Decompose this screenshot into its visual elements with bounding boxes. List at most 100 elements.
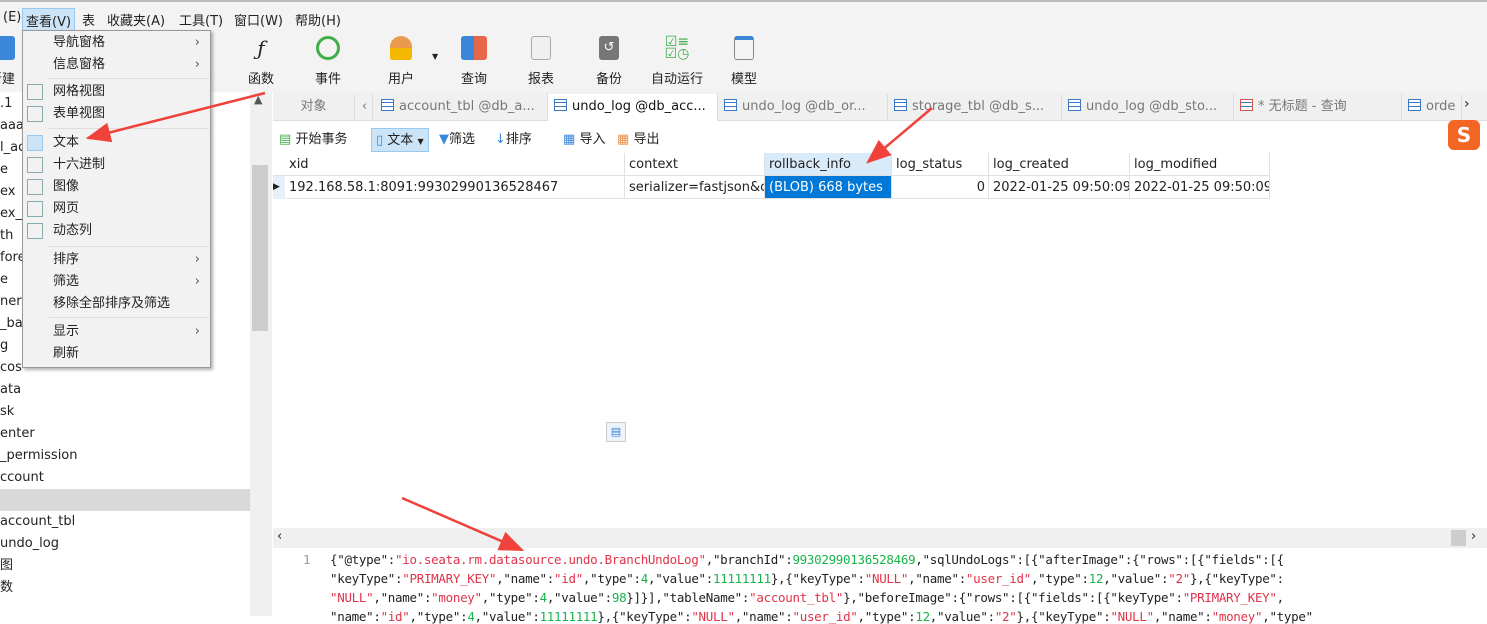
automation-button[interactable]: ☑≡ ☑◷ 自动运行 [647, 35, 707, 87]
json-token: "user_id" [965, 571, 1031, 586]
sogou-ime-icon[interactable]: S [1448, 120, 1480, 150]
table-icon [554, 99, 567, 111]
column-header-rollback_info[interactable]: rollback_info [765, 153, 892, 176]
report-button[interactable]: 报表 [511, 36, 571, 87]
column-header-log_created[interactable]: log_created [989, 153, 1130, 176]
tab-scroll-left-icon[interactable]: ‹ [357, 94, 373, 121]
view-menu-item[interactable]: 刷新 [23, 343, 210, 365]
scroll-left-icon[interactable]: ‹ [277, 529, 282, 544]
view-menu-item[interactable]: 表单视图 [23, 103, 210, 125]
menu-tools[interactable]: 工具(T) [176, 8, 226, 31]
sort-icon: ↓ [495, 132, 506, 147]
tab-objects[interactable]: 对象 [273, 94, 355, 121]
chevron-right-icon: › [194, 57, 200, 72]
menu-help[interactable]: 帮助(H) [292, 8, 344, 31]
scroll-up-icon[interactable]: ▲ [254, 93, 262, 106]
text-view-button[interactable]: ▯ 文本 ▼ [371, 128, 429, 152]
user-dropdown-icon[interactable]: ▼ [432, 52, 438, 61]
query-icon [1240, 99, 1253, 111]
function-button[interactable]: ƒ 函数 [231, 36, 291, 87]
view-menu-item[interactable]: 移除全部排序及筛选 [23, 293, 210, 315]
table-icon [381, 99, 394, 111]
view-menu-item[interactable]: 文本 [23, 132, 210, 154]
json-token: ,"type" [1262, 609, 1313, 624]
view-menu-item[interactable]: 图像 [23, 176, 210, 198]
sidebar-item[interactable]: 数 [0, 577, 250, 599]
view-menu-item[interactable]: 网页 [23, 198, 210, 220]
begin-transaction-button[interactable]: ▤ 开始事务 [279, 128, 347, 152]
json-token: "money" [1211, 609, 1263, 624]
sidebar-item[interactable]: sk [0, 401, 250, 423]
view-menu-item[interactable]: 十六进制 [23, 154, 210, 176]
json-token: ,"value": [474, 609, 540, 624]
backup-button[interactable]: ↺ 备份 [579, 36, 639, 87]
event-button[interactable]: 事件 [298, 36, 358, 87]
sidebar-item[interactable]: ata [0, 379, 250, 401]
menu-favorites[interactable]: 收藏夹(A) [104, 8, 168, 31]
sidebar-item[interactable]: ccount [0, 467, 250, 489]
menu-window[interactable]: 窗口(W) [231, 8, 286, 31]
cell-log_created[interactable]: 2022-01-25 09:50:09 [989, 176, 1130, 199]
cell-log_modified[interactable]: 2022-01-25 09:50:09 [1130, 176, 1270, 199]
column-header-log_status[interactable]: log_status [892, 153, 989, 176]
tab-1[interactable]: undo_log @db_acc... [548, 94, 718, 121]
view-menu-item[interactable]: 显示 › [23, 321, 210, 343]
filter-button[interactable]: ▼筛选 [439, 128, 475, 152]
scroll-thumb[interactable] [1451, 530, 1466, 546]
menu-table[interactable]: 表 [79, 8, 98, 31]
tab-6[interactable]: orde [1402, 94, 1462, 121]
view-menu-item[interactable]: 导航窗格 › [23, 32, 210, 54]
json-token: },{"keyType": [597, 609, 692, 624]
text-viewer[interactable]: 1 {"@type":"io.seata.rm.datasource.undo.… [273, 548, 1487, 624]
tab-4[interactable]: undo_log @db_sto... [1062, 94, 1234, 121]
user-label: 用户 [387, 72, 414, 87]
view-menu-item[interactable]: 网格视图 [23, 81, 210, 103]
view-menu-item[interactable]: 排序 › [23, 249, 210, 271]
row-indicator-icon[interactable]: ▶ [273, 176, 285, 199]
tab-3[interactable]: storage_tbl @db_s... [888, 94, 1062, 121]
sidebar-item[interactable]: enter [0, 423, 250, 445]
tab-5[interactable]: * 无标题 - 查询 [1234, 94, 1402, 121]
column-header-context[interactable]: context [625, 153, 765, 176]
text-line: {"@type":"io.seata.rm.datasource.undo.Br… [330, 552, 1284, 567]
query-button[interactable]: 查询 [444, 36, 504, 87]
user-button[interactable]: 用户 [371, 36, 431, 87]
json-token: "keyType": [330, 571, 403, 586]
sidebar-item[interactable]: undo_log [0, 533, 250, 555]
report-icon [531, 36, 551, 60]
sidebar-item[interactable]: 图 [0, 555, 250, 577]
sidebar-item[interactable] [0, 489, 250, 511]
cell-rollback_info[interactable]: (BLOB) 668 bytes [765, 176, 892, 199]
cell-xid[interactable]: 192.168.58.1:8091:99302990136528467 [285, 176, 625, 199]
json-token: 4 [539, 590, 548, 605]
json-token: 11111111 [713, 571, 771, 586]
dropdown-icon[interactable]: ▼ [417, 137, 423, 146]
view-menu-item[interactable]: 筛选 › [23, 271, 210, 293]
column-header-xid[interactable]: xid [285, 153, 625, 176]
export-button[interactable]: ▦ 导出 [617, 128, 659, 152]
json-token: ,"type": [857, 609, 916, 624]
form-view-icon [27, 106, 43, 122]
cell-log_status[interactable]: 0 [892, 176, 989, 199]
floating-book-icon[interactable]: ▤ [606, 422, 626, 442]
column-header-log_modified[interactable]: log_modified [1130, 153, 1270, 176]
model-button[interactable]: 模型 [714, 36, 774, 87]
tab-2[interactable]: undo_log @db_or... [718, 94, 888, 121]
sidebar-item[interactable]: account_tbl [0, 511, 250, 533]
view-menu-item[interactable]: 信息窗格 › [23, 54, 210, 76]
sidebar-item[interactable]: _permission [0, 445, 250, 467]
cell-context[interactable]: serializer=fastjson&c [625, 176, 765, 199]
tab-0[interactable]: account_tbl @db_a... [375, 94, 548, 121]
import-button[interactable]: ▦ 导入 [563, 128, 605, 152]
menu-edit[interactable]: (E) [0, 8, 24, 27]
scroll-right-icon[interactable]: › [1471, 529, 1476, 544]
table-icon [1068, 99, 1081, 111]
tab-scroll-right-icon[interactable]: › [1464, 96, 1470, 112]
json-token: "PRIMARY_KEY" [402, 571, 497, 586]
text-line: "name":"id","type":4,"value":11111111},{… [330, 609, 1313, 624]
new-label: 新建 [0, 72, 15, 87]
sidebar-scroll-thumb[interactable] [252, 165, 268, 331]
grid-horizontal-scrollbar[interactable]: ‹ › [273, 528, 1487, 548]
sort-button[interactable]: ↓排序 [495, 128, 532, 152]
view-menu-item[interactable]: 动态列 [23, 220, 210, 242]
